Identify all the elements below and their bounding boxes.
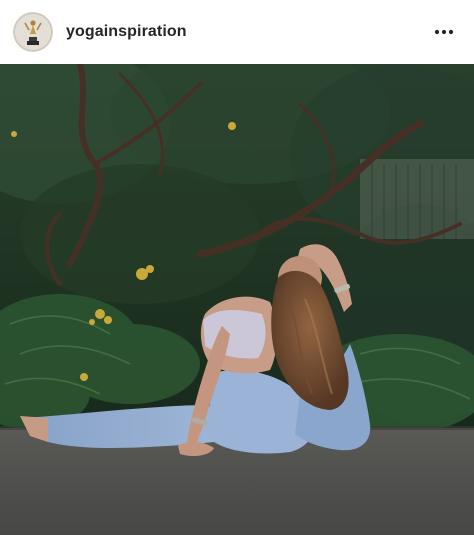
yoga-mermaid-pose-photo [0,64,474,535]
instagram-post: yogainspiration [0,0,474,535]
post-username[interactable]: yogainspiration [66,23,187,41]
post-header: yogainspiration [0,0,474,64]
more-options-button[interactable] [432,20,456,44]
yoga-pose-avatar-icon [13,12,53,52]
profile-avatar[interactable] [13,12,53,52]
post-photo[interactable] [0,64,474,535]
more-options-icon [434,29,454,35]
